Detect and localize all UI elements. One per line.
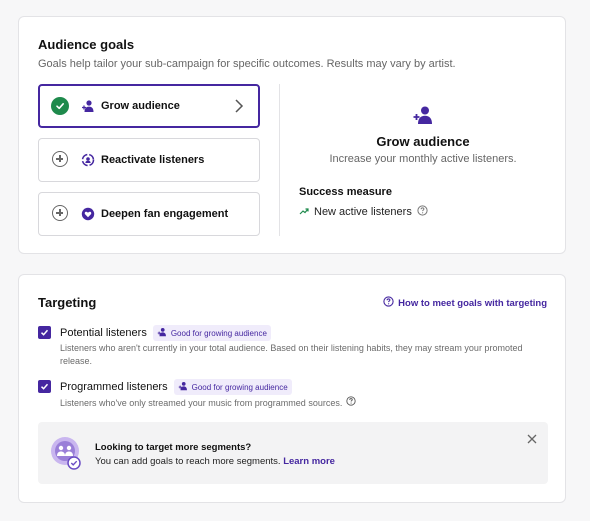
audience-goals-title: Audience goals <box>38 37 135 52</box>
badge-label: Good for growing audience <box>191 382 288 392</box>
success-measure-value: New active listeners <box>314 206 412 218</box>
help-circle-icon[interactable] <box>346 396 356 410</box>
audience-goals-card: Audience goals Goals help tailor your su… <box>18 16 566 254</box>
help-circle-icon[interactable] <box>417 205 428 219</box>
goal-label: Deepen fan engagement <box>101 208 229 220</box>
heart-icon <box>81 207 95 221</box>
segment-row-potential-listeners: Potential listeners Good for growing aud… <box>60 325 271 341</box>
segment-row-programmed-listeners: Programmed listeners Good for growing au… <box>60 379 292 395</box>
targeting-card: Targeting How to meet goals with targeti… <box>18 274 566 503</box>
programmed-listeners-checkbox[interactable] <box>38 380 51 393</box>
segment-description: Listeners who've only streamed your musi… <box>60 397 343 408</box>
goal-option-reactivate-listeners[interactable]: Reactivate listeners <box>38 138 260 182</box>
success-measure-title: Success measure <box>299 186 392 198</box>
potential-listeners-checkbox[interactable] <box>38 326 51 339</box>
learn-more-link[interactable]: Learn more <box>283 456 335 467</box>
goal-option-deepen-fan-engagement[interactable]: Deepen fan engagement <box>38 192 260 236</box>
add-circle-icon <box>52 205 68 221</box>
how-to-meet-goals-label: How to meet goals with targeting <box>398 297 547 309</box>
audience-goals-subtitle: Goals help tailor your sub-campaign for … <box>38 58 456 70</box>
banner-title: Looking to target more segments? <box>95 442 252 453</box>
person-add-icon <box>157 327 167 339</box>
goal-detail-title: Grow audience <box>376 134 470 149</box>
goal-label: Reactivate listeners <box>101 154 205 166</box>
segment-description: Listeners who aren't currently in your t… <box>60 343 523 366</box>
more-segments-banner: Looking to target more segments? You can… <box>38 422 548 484</box>
person-add-icon <box>81 99 95 113</box>
person-add-icon <box>412 104 434 126</box>
close-icon[interactable] <box>526 432 538 444</box>
segment-label: Potential listeners <box>60 327 147 339</box>
success-measure-row: New active listeners <box>299 205 428 219</box>
badge-label: Good for growing audience <box>170 328 267 338</box>
audience-group-icon <box>50 436 82 470</box>
refresh-person-icon <box>81 153 95 167</box>
trending-up-icon <box>299 206 309 218</box>
banner-text-row: You can add goals to reach more segments… <box>95 456 335 467</box>
chevron-right-icon <box>234 98 244 114</box>
goal-detail-description: Increase your monthly active listeners. <box>329 153 517 165</box>
help-circle-icon <box>383 296 394 310</box>
segment-description-row: Listeners who've only streamed your musi… <box>60 396 356 410</box>
person-add-icon <box>178 381 188 393</box>
targeting-title: Targeting <box>38 295 97 310</box>
check-circle-icon <box>51 97 69 115</box>
banner-text: You can add goals to reach more segments… <box>95 456 281 467</box>
add-circle-icon <box>52 151 68 167</box>
good-for-growing-badge: Good for growing audience <box>173 379 292 395</box>
goal-label: Grow audience <box>101 100 180 112</box>
segment-label: Programmed listeners <box>60 381 168 393</box>
goal-option-grow-audience[interactable]: Grow audience <box>38 84 260 128</box>
good-for-growing-badge: Good for growing audience <box>152 325 271 341</box>
how-to-meet-goals-link[interactable]: How to meet goals with targeting <box>383 296 547 310</box>
